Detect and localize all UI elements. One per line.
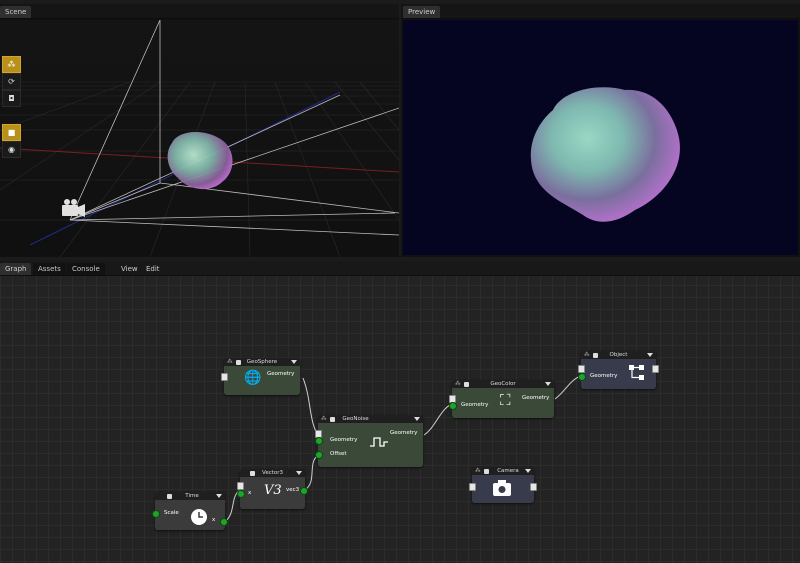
scale-tool-icon[interactable]: ◘ (2, 90, 21, 107)
input-label: x (248, 490, 252, 496)
output-label: Geometry (267, 371, 295, 377)
node-geonoise[interactable]: ⁂ GeoNoise Geometry Offset Geometry (315, 415, 423, 467)
preview-render (530, 87, 680, 222)
preview-panel: Preview (401, 4, 800, 257)
graph-connections (225, 374, 584, 522)
preview-tabbar: Preview (401, 4, 800, 19)
output-label: Geometry (522, 395, 550, 401)
globe-icon: 🌐 (244, 370, 262, 386)
tab-preview[interactable]: Preview (403, 6, 441, 18)
cubes-icon: ⛶ (500, 391, 511, 409)
node-header[interactable]: ⁂ GeoSphere (224, 358, 300, 366)
node-geosphere[interactable]: ⁂ GeoSphere 🌐 Geometry (221, 358, 300, 395)
preview-viewport[interactable] (403, 20, 798, 255)
cube-icon[interactable]: ■ (2, 124, 21, 141)
x-input-pin[interactable] (237, 490, 245, 498)
node-object[interactable]: ⁂ Object Geometry (578, 351, 659, 389)
scene-tabbar: Scene (0, 4, 399, 19)
sphere-icon[interactable]: ◉ (2, 141, 21, 158)
chevron-down-icon[interactable] (545, 382, 551, 386)
node-title: GeoSphere (246, 359, 278, 365)
rotate-tool-icon[interactable]: ⟳ (2, 73, 21, 90)
node-time[interactable]: Time Scale x (152, 492, 228, 530)
camera-gizmo-icon (62, 199, 85, 217)
input-pin[interactable] (221, 373, 228, 381)
node-vector3[interactable]: Vector3 x vec3 V3 (237, 469, 308, 509)
node-camera[interactable]: ⁂ Camera (469, 467, 537, 503)
scene-grid (0, 20, 399, 257)
clock-icon (191, 509, 207, 525)
camera-icon (493, 480, 511, 496)
node-header[interactable]: Vector3 (240, 469, 305, 477)
node-header[interactable]: ⁂ GeoColor (452, 380, 554, 388)
vec3-output-pin[interactable] (300, 487, 308, 495)
geometry-input-pin[interactable] (449, 402, 457, 410)
move-tool-icon[interactable]: ⁂ (2, 56, 21, 73)
scene-viewport[interactable]: ⁂ ⟳ ◘ ■ ◉ (0, 20, 399, 257)
input-pin[interactable] (237, 482, 244, 490)
graph-panel[interactable]: Graph Assets Console View Edit ⁂ GeoSphe… (0, 261, 800, 563)
tab-scene[interactable]: Scene (0, 6, 32, 18)
scene-panel: Scene ⁂ ⟳ ◘ ■ ◉ (0, 4, 399, 257)
node-geocolor[interactable]: ⁂ GeoColor Geometry Geometry ⛶ (449, 380, 554, 418)
noise-wave-icon (370, 437, 388, 447)
chevron-down-icon[interactable] (291, 360, 297, 364)
input-label: Geometry (461, 402, 489, 408)
output-label: vec3 (286, 487, 300, 493)
node-title: GeoColor (490, 381, 516, 387)
vector3-glyph: V3 (264, 483, 282, 498)
hierarchy-icon (629, 365, 644, 380)
chevron-down-icon[interactable] (296, 471, 302, 475)
